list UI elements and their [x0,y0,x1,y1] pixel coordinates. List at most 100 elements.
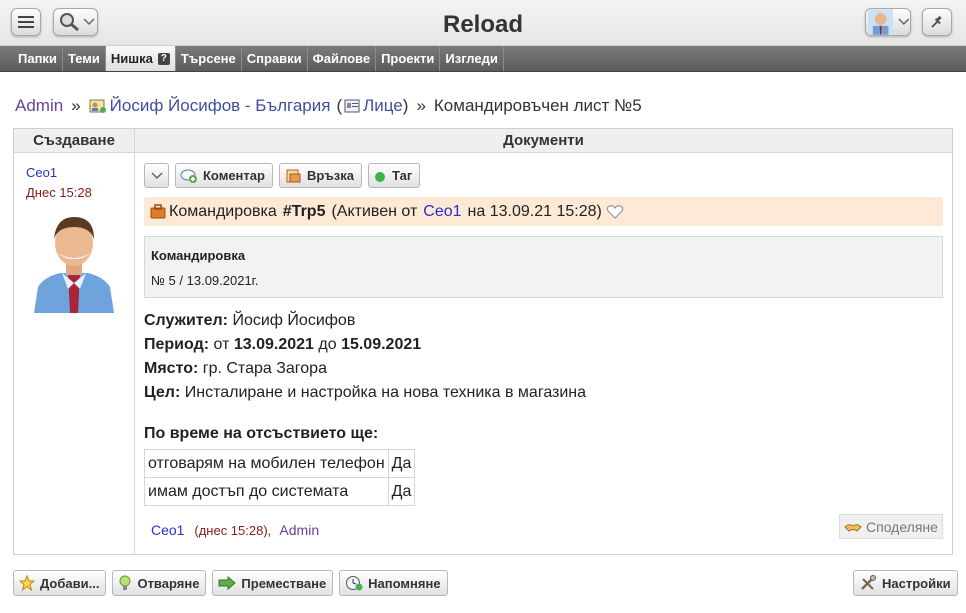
remind-button[interactable]: Напомняне [339,570,448,596]
breadcrumb-admin-link[interactable]: Admin [15,96,63,116]
tab-files[interactable]: Файлове [308,46,377,71]
tag-button[interactable]: Таг [367,163,421,188]
breadcrumb-separator: » [416,96,426,115]
table-row: имам достъп до системата Да [144,477,416,506]
top-bar: Reload [0,0,966,46]
tab-label: Нишка [110,51,153,66]
status-handle: #Trp5 [282,202,326,220]
creator-date: Днес 15:28 [26,185,92,200]
status-type: Командировка [169,202,277,220]
user-avatar-icon [868,9,894,35]
tab-label: Справки [246,51,302,66]
place-value: гр. Стара Загора [202,360,327,377]
tab-thread[interactable]: Нишка? [105,46,176,71]
tab-label: Файлове [312,51,371,66]
chevron-down-icon [898,18,910,25]
employee-row: Служител: Йосиф Йосифов [144,309,586,333]
add-button[interactable]: Добави... [13,570,107,596]
breadcrumb: Admin » Йосиф Йосифов - България ( Лице … [15,96,642,116]
place-row: Място: гр. Стара Загора [144,357,586,381]
table-cell: отговарям на мобилен телефон [144,449,389,478]
creator-name[interactable]: Ceo1 [26,165,57,180]
settings-button-label: Настройки [882,575,951,591]
tab-label: Теми [67,51,100,66]
employee-label: Служител: [144,312,229,329]
comment-button[interactable]: Коментар [175,163,273,188]
settings-tools-icon [861,575,876,590]
goal-label: Цел: [144,384,181,401]
period-from: 13.09.2021 [233,336,314,353]
goal-row: Цел: Инсталиране и настройка на нова тех… [144,381,586,405]
period-from-word: от [213,336,230,353]
arrow-right-icon [218,576,237,590]
absence-table: отговарям на мобилен телефон Да имам дос… [144,449,416,506]
main-nav: Папки Теми Нишка? Търсене Справки Файлов… [0,46,966,72]
period-row: Период: от 13.09.2021 до 15.09.2021 [144,333,586,357]
open-button[interactable]: Отваряне [112,570,207,596]
comment-button-label: Коментар [203,168,265,183]
remind-button-label: Напомняне [368,575,441,591]
column-header-documents: Документи [135,129,952,153]
place-label: Място: [144,360,199,377]
trip-fields: Служител: Йосиф Йосифов Период: от 13.09… [144,309,586,405]
document-title: Командировка [151,248,246,263]
absence-heading: По време на отсъствието ще: [144,425,379,442]
tab-label: Папки [18,51,57,66]
breadcrumb-paren-open: ( [336,96,343,115]
link-doc-icon [286,169,301,182]
document-footer: Ceo1 (днес 15:28), Admin [151,522,319,538]
link-button[interactable]: Връзка [278,163,362,188]
profile-button[interactable] [865,8,911,36]
footer-user-link[interactable]: Ceo1 [151,522,184,538]
document-toolbar: Коментар Връзка Таг [144,163,421,188]
pin-icon [931,15,942,28]
tab-label: Изгледи [445,51,498,66]
tab-folders[interactable]: Папки [13,46,63,71]
move-button-label: Преместване [241,575,327,591]
heart-icon[interactable] [606,204,624,220]
period-to: 15.09.2021 [341,336,422,353]
tab-label: Търсене [180,51,236,66]
breadcrumb-separator: » [71,96,81,115]
column-header-created: Създаване [14,129,135,153]
tab-views[interactable]: Изгледи [440,46,504,71]
person-card-icon [344,99,360,113]
settings-button[interactable]: Настройки [853,570,958,596]
pin-button[interactable] [922,8,952,36]
period-to-word: до [318,336,337,353]
share-label: Споделяне [866,518,938,535]
tab-search[interactable]: Търсене [176,46,242,71]
creator-column: Ceo1 Днес 15:28 [14,153,135,554]
tag-button-label: Таг [391,168,413,183]
table-cell: Да [387,477,416,506]
move-button[interactable]: Преместване [212,570,334,596]
bottom-action-bar: Добави... Отваряне Преместване Напомняне [13,570,448,596]
handshake-icon [844,523,862,532]
green-dot-icon [374,171,385,182]
breadcrumb-contact-link[interactable]: Йосиф Йосифов - България [110,96,331,116]
open-button-label: Отваряне [137,575,200,591]
reminder-clock-icon [346,576,363,591]
status-user-link[interactable]: Ceo1 [423,203,461,221]
table-cell: имам достъп до системата [144,477,389,506]
table-row: отговарям на мобилен телефон Да [144,449,416,478]
tab-reports[interactable]: Справки [242,46,308,71]
tab-label: Проекти [381,51,435,66]
document-number: № 5 / 13.09.2021г. [151,273,259,288]
bulb-icon [119,575,131,590]
footer-date: днес 15:28 [198,523,264,538]
footer-admin-link[interactable]: Admin [279,522,319,538]
tab-topics[interactable]: Теми [63,46,106,71]
share-button[interactable]: Споделяне [839,514,943,539]
contact-person-icon [89,99,106,113]
link-button-label: Връзка [306,168,354,183]
period-label: Период: [144,336,210,353]
help-icon[interactable]: ? [157,52,170,65]
status-active-from: (Активен от [331,202,418,220]
status-date: на 13.09.21 15:28) [467,202,602,220]
breadcrumb-paren-close: ) [402,96,409,115]
app-title: Reload [442,11,523,38]
breadcrumb-type-link[interactable]: Лице [363,96,403,116]
more-actions-button[interactable] [144,163,169,188]
tab-projects[interactable]: Проекти [376,46,441,71]
